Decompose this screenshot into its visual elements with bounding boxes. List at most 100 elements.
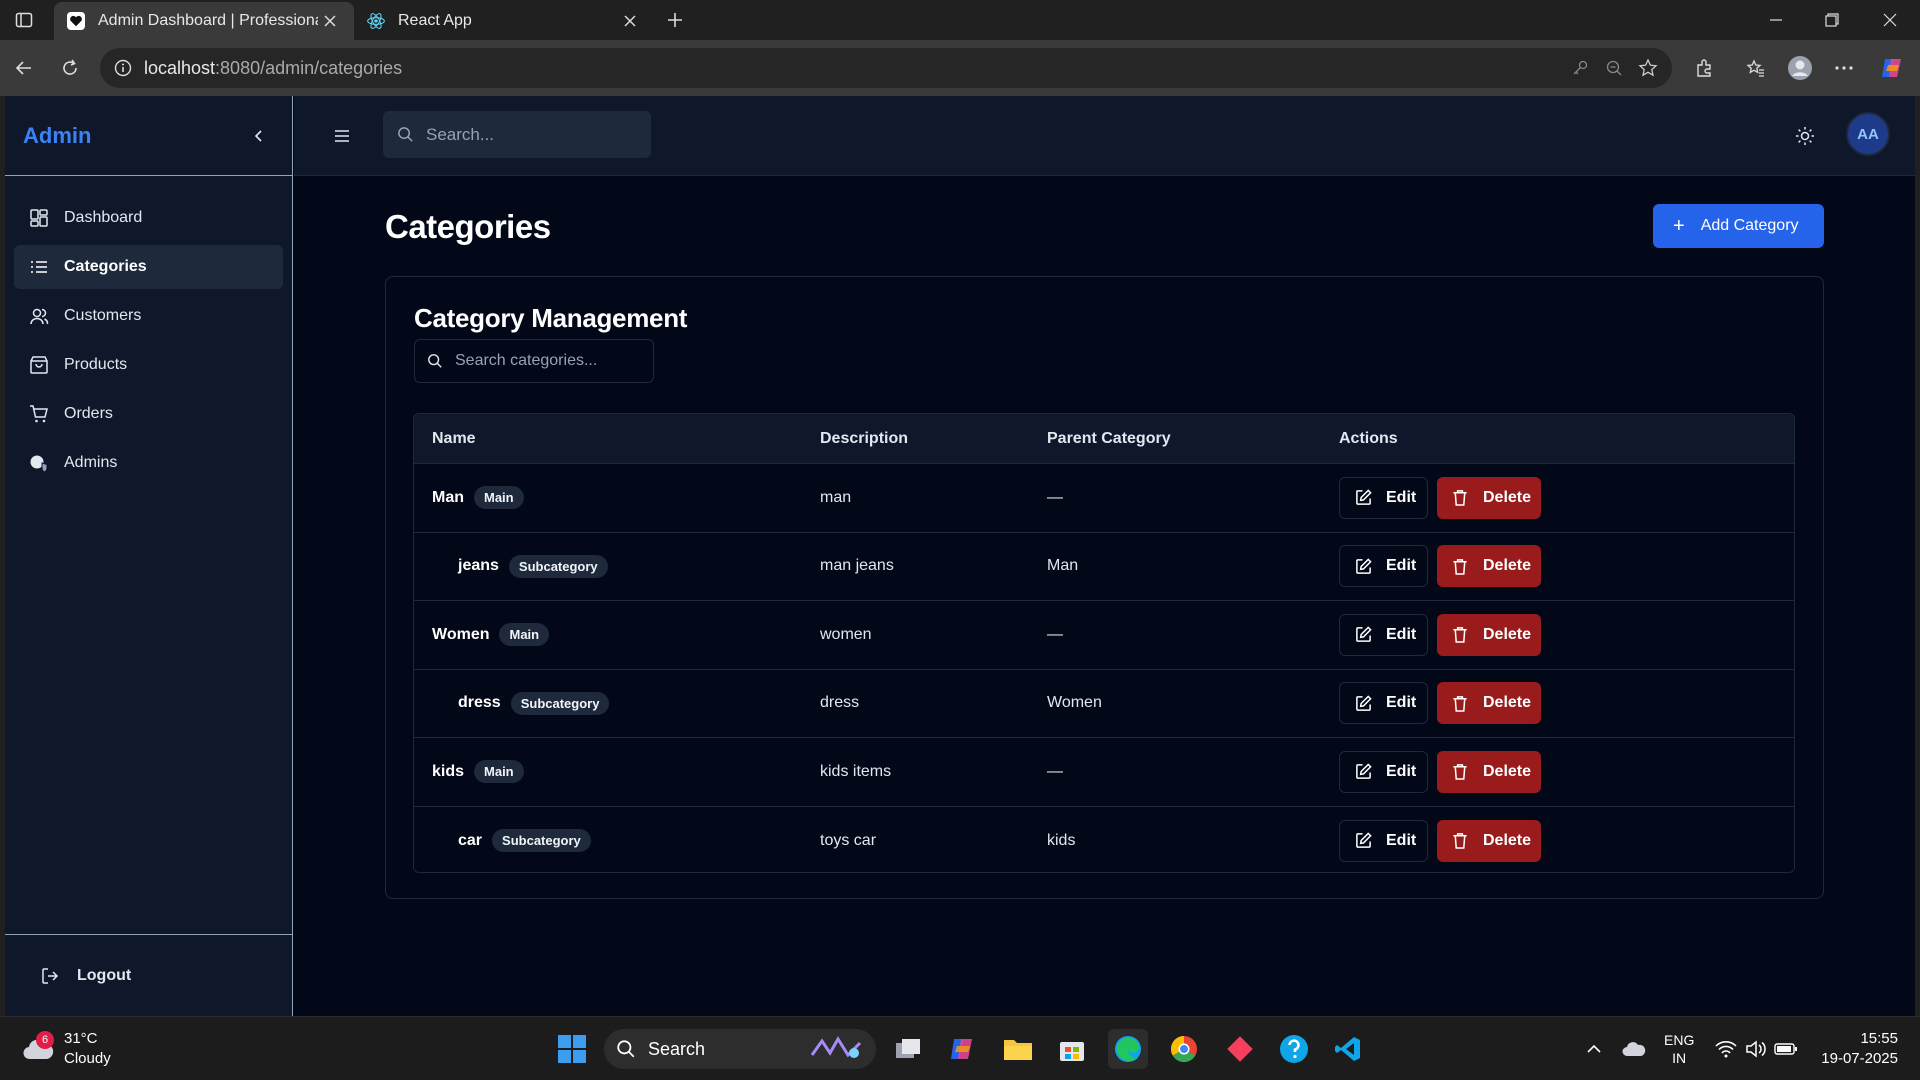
weather-widget[interactable]: 6 31°C Cloudy — [22, 1029, 111, 1069]
delete-button[interactable]: Delete — [1437, 750, 1541, 793]
favorites-icon[interactable] — [1742, 54, 1770, 82]
sidebar-item-customers[interactable]: Customers — [14, 294, 283, 338]
chevron-up-icon[interactable] — [1574, 1029, 1614, 1069]
edit-button[interactable]: Edit — [1339, 682, 1428, 725]
edit-label: Edit — [1386, 831, 1417, 849]
edge-browser-icon[interactable] — [1108, 1029, 1148, 1069]
system-clock[interactable]: 15:55 19-07-2025 — [1818, 1029, 1898, 1069]
theme-toggle-sun-icon[interactable] — [1793, 124, 1817, 148]
edit-icon — [1354, 489, 1372, 507]
browser-tab-admin[interactable]: Admin Dashboard | Professional M — [54, 2, 354, 40]
category-name: dress — [458, 694, 501, 712]
url-host: localhost — [144, 57, 216, 78]
header-name: Name — [432, 429, 476, 447]
close-tab-icon[interactable] — [318, 9, 342, 33]
category-search-input[interactable] — [455, 352, 645, 370]
category-description: man jeans — [820, 557, 894, 575]
parent-category: kids — [1047, 831, 1076, 849]
url-text: localhost:8080/admin/categories — [144, 58, 402, 79]
git-app-icon[interactable] — [1220, 1029, 1260, 1069]
more-options-icon[interactable] — [1830, 54, 1858, 82]
copilot-app-icon[interactable] — [942, 1029, 982, 1069]
minimize-icon[interactable] — [1762, 6, 1790, 34]
favorite-star-icon[interactable] — [1634, 54, 1662, 82]
new-tab-icon[interactable] — [661, 6, 689, 34]
trash-icon — [1451, 626, 1469, 644]
global-search-input[interactable] — [426, 124, 626, 145]
taskbar-search-label: Search — [648, 1038, 706, 1059]
react-favicon-icon — [366, 11, 386, 31]
edit-icon — [1354, 626, 1372, 644]
restore-icon[interactable] — [1818, 6, 1846, 34]
delete-button[interactable]: Delete — [1437, 613, 1541, 656]
table-row: dress Subcategory dress Women Edit Delete — [414, 669, 1794, 738]
logout-icon — [39, 965, 61, 987]
close-window-icon[interactable] — [1876, 6, 1904, 34]
heart-favicon-icon — [66, 11, 86, 31]
delete-button[interactable]: Delete — [1437, 545, 1541, 588]
edit-label: Edit — [1386, 762, 1417, 780]
copilot-icon[interactable] — [1878, 54, 1906, 82]
profile-icon[interactable] — [1786, 54, 1814, 82]
edit-button[interactable]: Edit — [1339, 750, 1428, 793]
browser-tab-react[interactable]: React App — [354, 2, 654, 40]
edit-button[interactable]: Edit — [1339, 819, 1428, 862]
sidebar-item-orders[interactable]: Orders — [14, 392, 283, 436]
vscode-icon[interactable] — [1328, 1029, 1368, 1069]
zoom-out-icon[interactable] — [1600, 54, 1628, 82]
back-icon[interactable] — [10, 54, 38, 82]
close-tab-icon[interactable] — [618, 9, 642, 33]
sidebar-item-admins[interactable]: Admins — [14, 441, 283, 485]
sidebar-toggle-icon[interactable] — [10, 6, 38, 34]
browser-toolbar: localhost:8080/admin/categories — [0, 40, 1920, 96]
delete-label: Delete — [1483, 488, 1532, 506]
user-avatar[interactable]: AA — [1846, 112, 1890, 156]
sidebar-item-products[interactable]: Products — [14, 343, 283, 387]
row-actions: Edit Delete — [1339, 545, 1794, 588]
delete-button[interactable]: Delete — [1437, 819, 1541, 862]
delete-button[interactable]: Delete — [1437, 476, 1541, 519]
sidebar-item-label: Customers — [64, 307, 142, 324]
battery-icon[interactable] — [1766, 1029, 1806, 1069]
top-bar: AA — [294, 96, 1915, 176]
sidebar: Admin Dashboard Categories Customers Pro… — [5, 96, 293, 1016]
tab-title: Admin Dashboard | Professional M — [98, 12, 318, 29]
logout-button[interactable]: Logout — [5, 934, 293, 1016]
edit-label: Edit — [1386, 488, 1417, 506]
onedrive-icon[interactable] — [1614, 1029, 1654, 1069]
site-info-icon[interactable] — [114, 59, 132, 77]
browser-tab-bar: Admin Dashboard | Professional M React A… — [0, 0, 1920, 40]
key-icon[interactable] — [1566, 54, 1594, 82]
category-type-badge: Subcategory — [492, 829, 591, 853]
taskbar-search[interactable]: Search — [604, 1029, 876, 1069]
store-icon[interactable] — [1052, 1029, 1092, 1069]
language-indicator[interactable]: ENG IN — [1664, 1031, 1694, 1067]
reload-icon[interactable] — [56, 54, 84, 82]
address-bar[interactable]: localhost:8080/admin/categories — [100, 48, 1672, 88]
chevron-left-icon[interactable] — [244, 121, 274, 151]
extensions-icon[interactable] — [1690, 54, 1718, 82]
edit-label: Edit — [1386, 625, 1417, 643]
edit-button[interactable]: Edit — [1339, 545, 1428, 588]
sidebar-item-dashboard[interactable]: Dashboard — [14, 196, 283, 240]
tab-title: React App — [398, 12, 472, 29]
help-icon[interactable] — [1274, 1029, 1314, 1069]
trash-icon — [1451, 832, 1469, 850]
category-management-card: Category Management Name Description Par… — [385, 276, 1824, 899]
category-type-badge: Main — [499, 623, 550, 647]
chrome-icon[interactable] — [1164, 1029, 1204, 1069]
file-explorer-icon[interactable] — [998, 1029, 1038, 1069]
sidebar-item-categories[interactable]: Categories — [14, 245, 283, 289]
menu-icon[interactable] — [330, 124, 354, 148]
plus-icon: + — [1673, 215, 1685, 237]
windows-start-icon[interactable] — [552, 1029, 592, 1069]
global-search[interactable] — [383, 111, 651, 158]
delete-button[interactable]: Delete — [1437, 682, 1541, 725]
add-category-button[interactable]: + Add Category — [1653, 204, 1824, 248]
category-name-cell: jeans Subcategory — [414, 554, 820, 578]
app-root: Admin Dashboard Categories Customers Pro… — [5, 96, 1915, 1016]
category-search[interactable] — [414, 339, 654, 383]
edit-button[interactable]: Edit — [1339, 476, 1428, 519]
edit-button[interactable]: Edit — [1339, 613, 1428, 656]
task-view-icon[interactable] — [888, 1029, 928, 1069]
